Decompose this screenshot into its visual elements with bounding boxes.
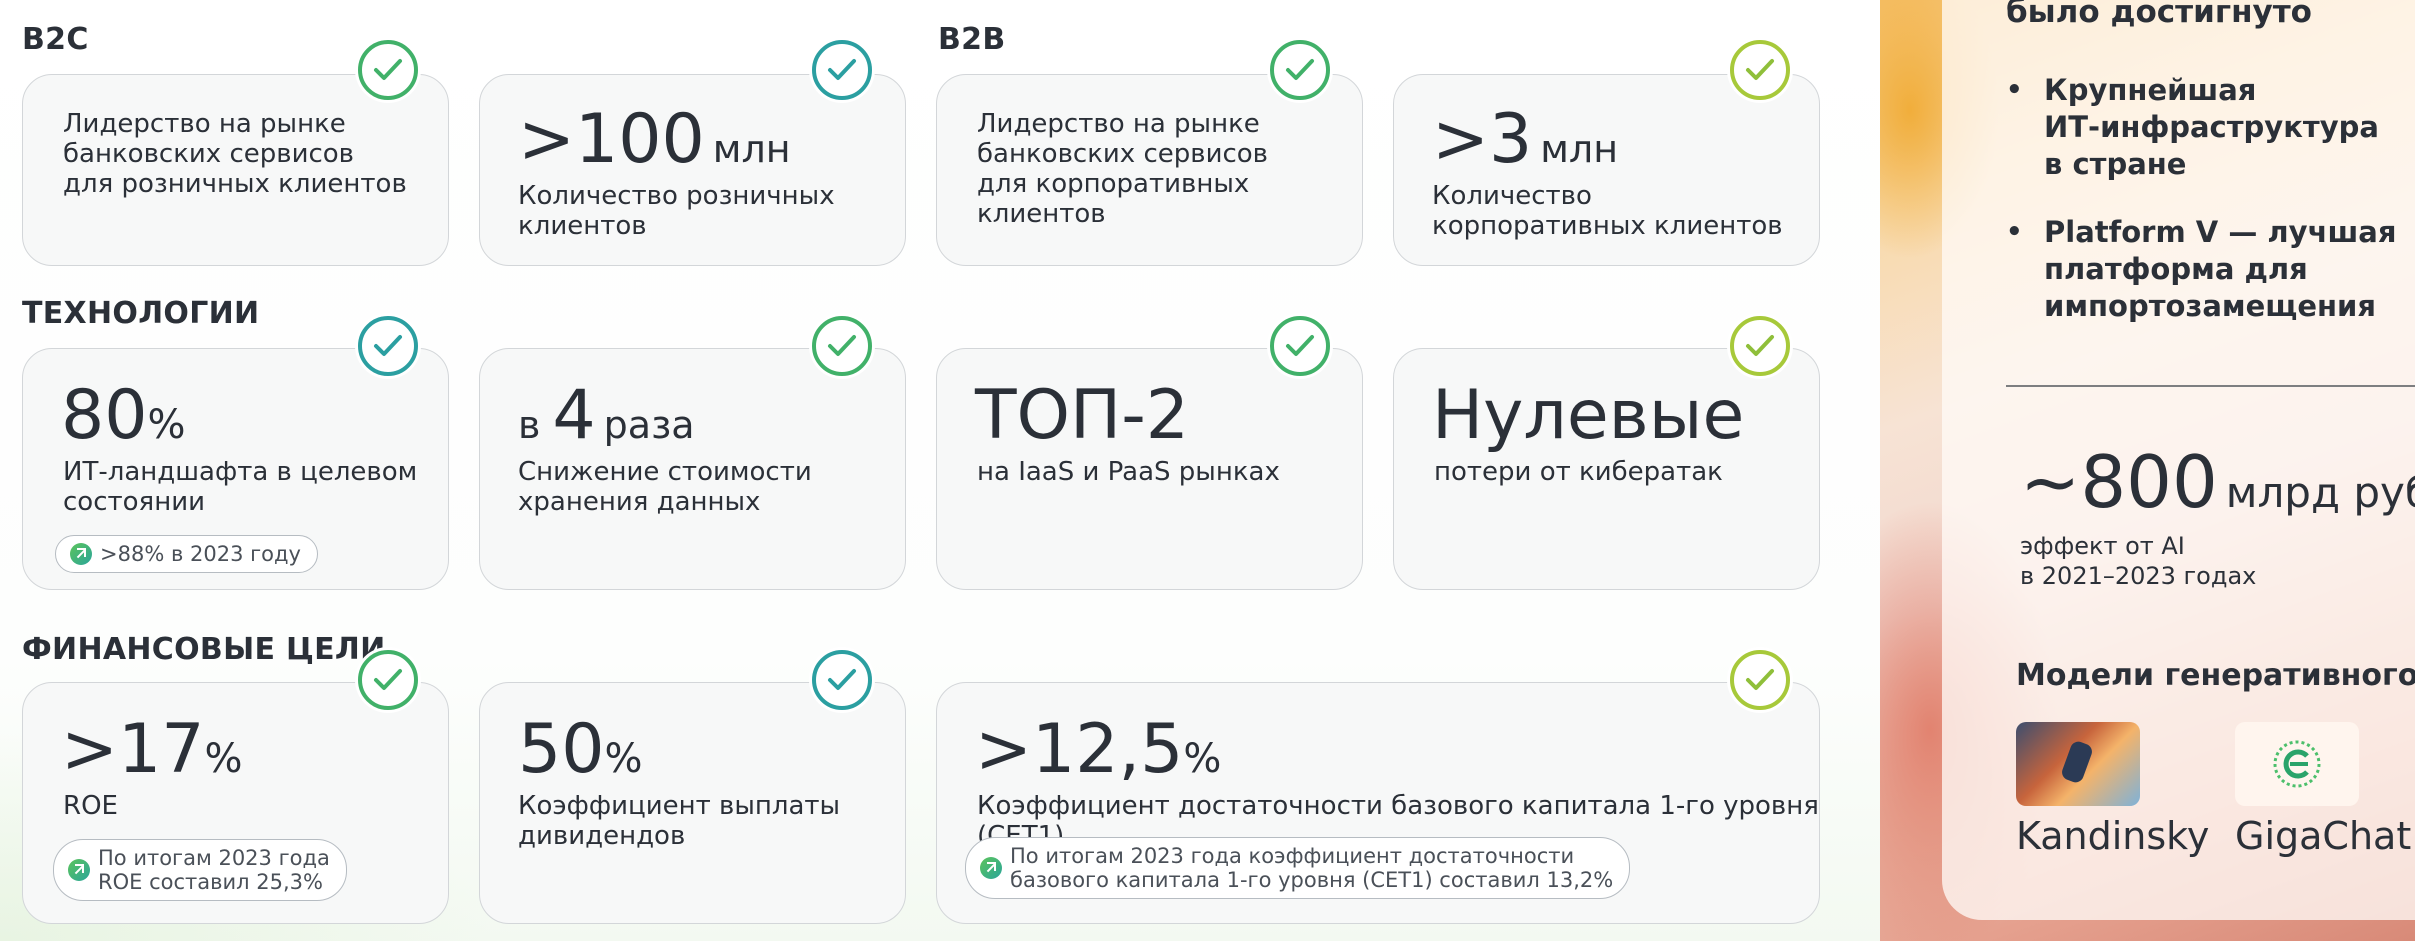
arrow-up-icon <box>70 543 92 565</box>
check-icon <box>812 650 872 710</box>
check-icon <box>358 650 418 710</box>
check-icon <box>1270 40 1330 100</box>
kandinsky-logo <box>2016 722 2140 806</box>
card-zero-losses: Нулевые потери от кибератак <box>1393 348 1820 590</box>
card-roe: >17% ROE По итогам 2023 года ROE состави… <box>22 682 449 924</box>
card-value: Нулевые <box>1432 376 1745 455</box>
card-text: Лидерство на рынке банковских сервисов д… <box>63 109 407 199</box>
info-pill: По итогам 2023 года коэффициент достаточ… <box>965 837 1631 899</box>
info-pill: >88% в 2023 году <box>55 535 318 573</box>
arrow-up-icon <box>68 859 90 881</box>
section-title-finance: ФИНАНСОВЫЕ ЦЕЛИ <box>22 632 386 667</box>
card-text: ROE <box>63 791 118 821</box>
info-pill: По итогам 2023 года ROE составил 25,3% <box>53 839 347 901</box>
bullet-item: Platform V — лучшая платформа для импорт… <box>2006 214 2396 325</box>
card-value: >17% <box>61 710 243 789</box>
card-text: Количество корпоративных клиентов <box>1432 181 1783 241</box>
arrow-up-icon <box>980 857 1002 879</box>
models-title: Модели генеративного ИИ <box>2016 658 2415 693</box>
main-area: B2C B2B ТЕХНОЛОГИИ ФИНАНСОВЫЕ ЦЕЛИ Лидер… <box>0 0 1880 941</box>
card-text: потери от кибератак <box>1434 457 1723 487</box>
card-value: в 4 раза <box>518 376 695 455</box>
card-b2c-clients: >100 млн Количество розничных клиентов <box>479 74 906 266</box>
gigachat-logo <box>2235 722 2359 806</box>
card-it-landscape: 80% ИТ-ландшафта в целевом состоянии >88… <box>22 348 449 590</box>
card-top2: ТОП-2 на IaaS и PaaS рынках <box>936 348 1363 590</box>
card-text: Лидерство на рынке банковских сервисов д… <box>977 109 1268 229</box>
card-b2b-clients: >3 млн Количество корпоративных клиентов <box>1393 74 1820 266</box>
check-icon <box>358 40 418 100</box>
check-icon <box>1270 316 1330 376</box>
check-icon <box>812 316 872 376</box>
card-value: >12,5% <box>975 710 1222 789</box>
card-value: >3 млн <box>1432 100 1619 179</box>
check-icon <box>1730 40 1790 100</box>
model-label-gigachat: GigaChat <box>2235 814 2412 858</box>
card-text: на IaaS и PaaS рынках <box>977 457 1280 487</box>
card-b2c-leadership: Лидерство на рынке банковских сервисов д… <box>22 74 449 266</box>
check-icon <box>358 316 418 376</box>
card-text: Коэффициент выплаты дивидендов <box>518 791 841 851</box>
card-dividends: 50% Коэффициент выплаты дивидендов <box>479 682 906 924</box>
card-text: Снижение стоимости хранения данных <box>518 457 812 517</box>
card-value: ТОП-2 <box>975 376 1189 455</box>
ai-effect-value: ~800млрд руб. <box>2020 440 2415 524</box>
card-b2b-leadership: Лидерство на рынке банковских сервисов д… <box>936 74 1363 266</box>
achievements-panel: было достигнуто Крупнейшая ИТ-инфраструк… <box>1880 0 2415 941</box>
model-label-kandinsky: Kandinsky <box>2016 814 2210 858</box>
check-icon <box>1730 316 1790 376</box>
bullet-item: Крупнейшая ИТ-инфраструктура в стране <box>2006 72 2379 183</box>
card-value: 50% <box>518 710 643 789</box>
divider <box>2006 385 2415 387</box>
card-cet1: >12,5% Коэффициент достаточности базовог… <box>936 682 1820 924</box>
ai-effect-text: эффект от AI в 2021–2023 годах <box>2020 532 2257 590</box>
card-text: Количество розничных клиентов <box>518 181 835 241</box>
card-value: 80% <box>61 376 186 455</box>
panel-title: было достигнуто <box>2006 0 2312 30</box>
card-text: ИТ-ландшафта в целевом состоянии <box>63 457 418 517</box>
card-value: >100 млн <box>518 100 791 179</box>
section-title-tech: ТЕХНОЛОГИИ <box>22 296 260 331</box>
card-storage-cost: в 4 раза Снижение стоимости хранения данны… <box>479 348 906 590</box>
check-icon <box>812 40 872 100</box>
section-title-b2b: B2B <box>938 22 1006 57</box>
check-icon <box>1730 650 1790 710</box>
section-title-b2c: B2C <box>22 22 89 57</box>
